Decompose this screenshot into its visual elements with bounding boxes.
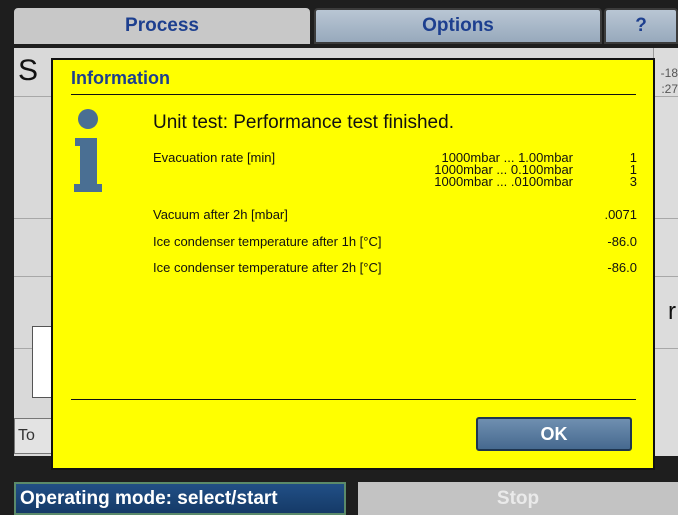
- dialog-heading: Unit test: Performance test finished.: [153, 112, 454, 133]
- right-column: [653, 48, 678, 456]
- status-number-2: :27: [661, 82, 678, 96]
- evacuation-rate-label: Evacuation rate [min]: [153, 150, 276, 165]
- information-dialog: Information Unit test: Performance test …: [51, 58, 655, 470]
- ice-temp-1h-label: Ice condenser temperature after 1h [°C]: [153, 234, 382, 249]
- tab-options[interactable]: Options: [314, 8, 602, 44]
- panel-title: S: [18, 54, 39, 87]
- tab-process[interactable]: Process: [14, 8, 310, 44]
- operating-mode-button[interactable]: Operating mode: select/start: [14, 482, 346, 515]
- info-icon: [74, 109, 102, 192]
- evacuation-range-3: 1000mbar ... .0100mbar: [434, 174, 573, 189]
- stop-button[interactable]: Stop: [358, 482, 678, 515]
- status-number-1: -18: [660, 66, 678, 80]
- panel-letter: r: [668, 298, 676, 325]
- ice-temp-2h-value: -86.0: [607, 260, 637, 275]
- tab-bar: Process Options ?: [0, 0, 678, 50]
- divider: [71, 399, 636, 400]
- ok-button[interactable]: OK: [476, 417, 632, 451]
- ice-temp-2h-label: Ice condenser temperature after 2h [°C]: [153, 260, 382, 275]
- ice-temp-1h-value: -86.0: [607, 234, 637, 249]
- evacuation-value-3: 3: [629, 174, 637, 189]
- vacuum-value: .0071: [604, 207, 637, 222]
- divider: [71, 94, 636, 95]
- tab-help[interactable]: ?: [604, 8, 678, 44]
- dialog-title: Information: [71, 68, 170, 88]
- vacuum-label: Vacuum after 2h [mbar]: [153, 207, 288, 222]
